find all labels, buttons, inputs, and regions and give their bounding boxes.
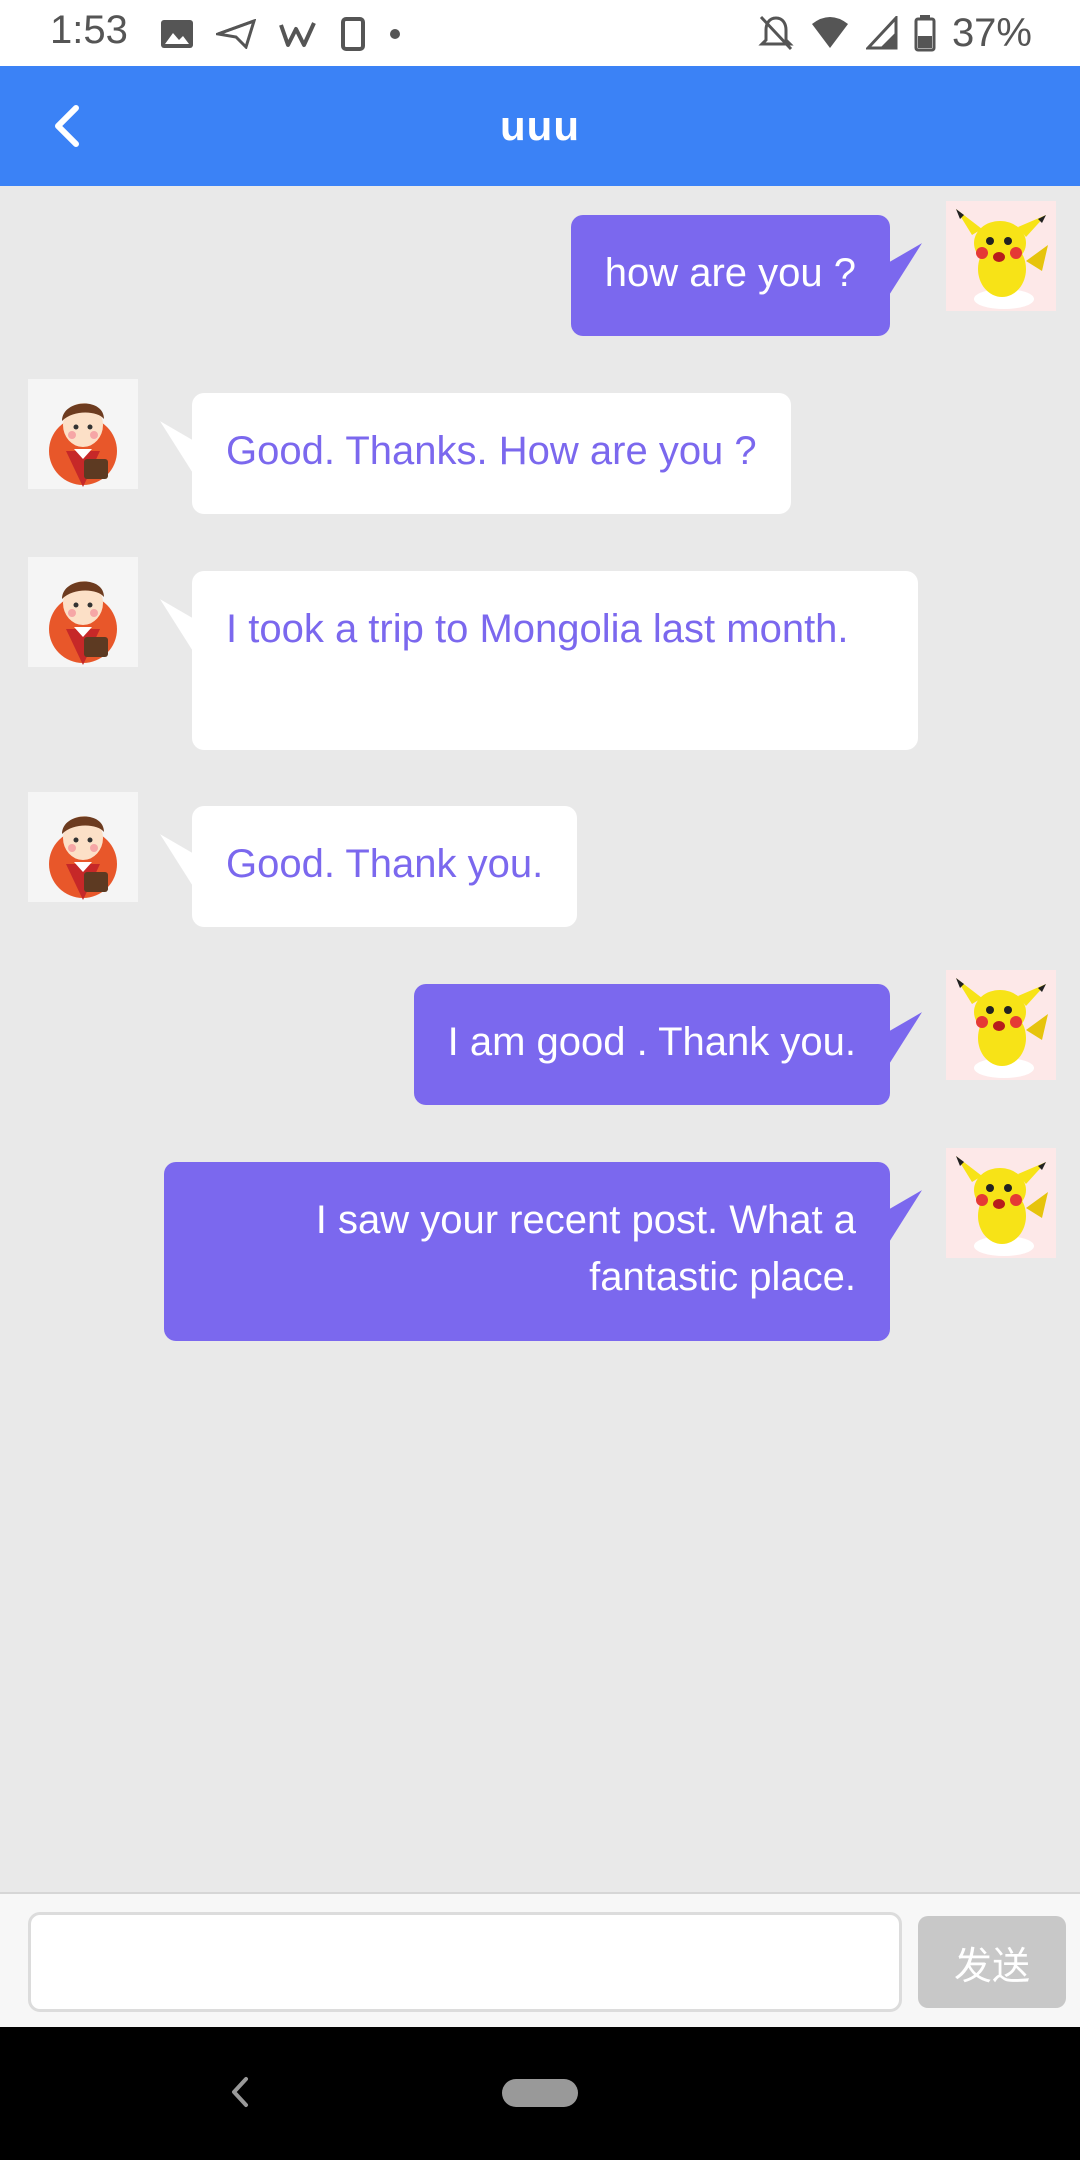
message-bubble-other[interactable]: I took a trip to Mongolia last month. (192, 571, 918, 750)
boy-avatar-image (28, 379, 138, 489)
send-icon (216, 19, 256, 49)
pikachu-avatar-image (946, 970, 1056, 1080)
pikachu-avatar-image (946, 201, 1056, 311)
page-title: uuu (500, 102, 580, 149)
boy-avatar[interactable] (28, 792, 138, 902)
wifi-icon (811, 17, 848, 48)
message-bubble-self[interactable]: how are you ? (570, 215, 890, 336)
system-nav-bar (0, 2027, 1080, 2160)
system-icons: 37% (758, 8, 1032, 58)
message-bubble-other[interactable]: Good. Thank you. (192, 806, 578, 927)
message-bubble-self[interactable]: I saw your recent post. What a fantastic… (164, 1162, 890, 1341)
image-icon (161, 20, 193, 48)
message-input[interactable] (28, 1912, 902, 2012)
pikachu-avatar[interactable] (946, 970, 1056, 1080)
battery-icon (914, 15, 936, 52)
message-bubble-other[interactable]: Good. Thanks. How are you ? (192, 393, 791, 514)
w-icon (279, 22, 316, 47)
boy-avatar-image (28, 557, 138, 667)
notification-icons (160, 14, 402, 54)
status-time: 1:53 (50, 8, 128, 52)
signal-icon (865, 16, 898, 50)
phone-outline-icon (341, 17, 365, 51)
message-bubble-self[interactable]: I am good . Thank you. (413, 984, 890, 1105)
pikachu-avatar[interactable] (946, 1148, 1056, 1258)
chat-list[interactable]: how are you ? Good. Thanks. How are you … (0, 186, 1080, 1892)
message-composer: 发送 (0, 1892, 1080, 2029)
battery-percent: 37% (951, 10, 1032, 55)
nav-back-button[interactable] (220, 2067, 260, 2117)
nav-home-pill[interactable] (502, 2079, 578, 2107)
boy-avatar[interactable] (28, 557, 138, 667)
status-bar: 1:53 37% (0, 0, 1080, 66)
app-header: uuu (0, 66, 1080, 186)
bell-off-icon (758, 15, 794, 51)
dot-icon (390, 29, 400, 39)
pikachu-avatar-image (946, 1148, 1056, 1258)
nav-back-icon (232, 2077, 248, 2107)
boy-avatar[interactable] (28, 379, 138, 489)
pikachu-avatar[interactable] (946, 201, 1056, 311)
send-button[interactable]: 发送 (918, 1916, 1066, 2008)
boy-avatar-image (28, 792, 138, 902)
